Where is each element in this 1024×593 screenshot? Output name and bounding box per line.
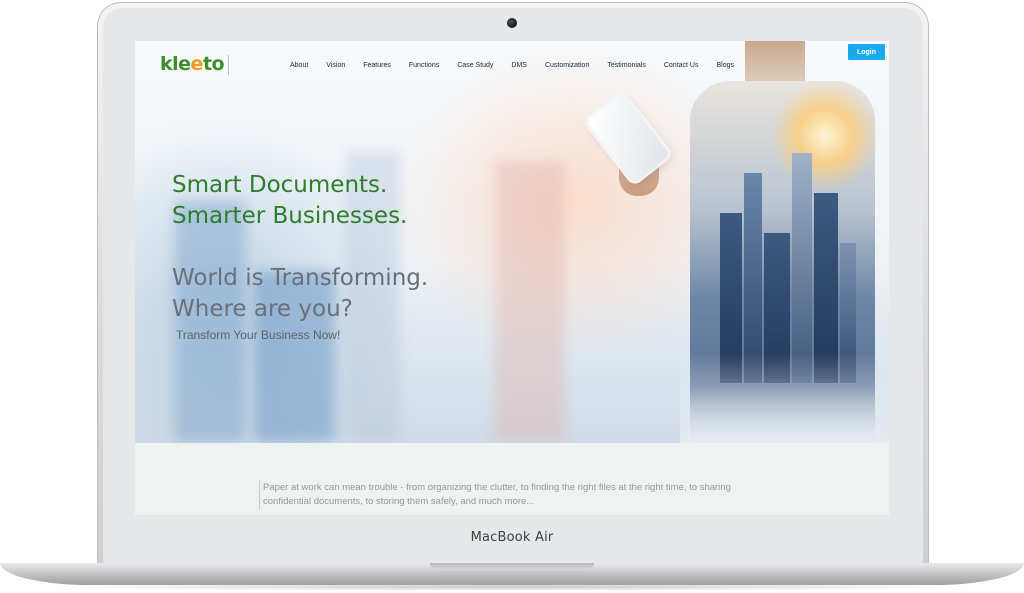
hero-headline: Smart Documents. Smarter Businesses. (172, 170, 407, 232)
laptop-notch (430, 563, 594, 570)
nav-vision[interactable]: Vision (317, 62, 354, 69)
logo-text: kle (160, 53, 191, 75)
nav-contact-us[interactable]: Contact Us (655, 62, 708, 69)
nav-testimonials[interactable]: Testimonials (598, 62, 655, 69)
hero-businessman-image (680, 41, 889, 443)
nav-dms[interactable]: DMS (502, 62, 536, 69)
hero-subheadline: World is Transforming. Where are you? (172, 263, 428, 325)
intro-accent-bar (259, 480, 260, 510)
main-nav: About Vision Features Functions Case Stu… (281, 62, 743, 69)
logo-text-end: to (202, 53, 225, 75)
hero-headline-line-1: Smart Documents. (172, 172, 388, 198)
sun-glow (770, 81, 880, 191)
nav-case-study[interactable]: Case Study (448, 62, 502, 69)
nav-customization[interactable]: Customization (536, 62, 598, 69)
nav-functions[interactable]: Functions (400, 62, 448, 69)
hero-subheadline-line-1: World is Transforming. (172, 265, 429, 291)
hero-section: kleeto About Vision Features Functions C… (135, 41, 889, 443)
laptop-screen: kleeto About Vision Features Functions C… (135, 41, 889, 515)
hero-headline-line-2: Smarter Businesses. (172, 203, 408, 229)
city-mist (680, 353, 889, 443)
camera-icon (507, 18, 517, 28)
logo-text-accent: e (190, 53, 204, 75)
hero-background-building (495, 161, 565, 441)
intro-section: Paper at work can mean trouble - from or… (135, 443, 889, 515)
nav-blogs[interactable]: Blogs (707, 62, 743, 69)
logo-divider (228, 55, 229, 75)
kleeto-logo[interactable]: kleeto (160, 53, 225, 75)
macbook-air-label: MacBook Air (470, 530, 554, 545)
login-button[interactable]: Login (848, 44, 885, 60)
city-building (744, 173, 762, 383)
hero-tagline[interactable]: Transform Your Business Now! (176, 328, 340, 342)
hero-subheadline-line-2: Where are you? (172, 296, 353, 322)
nav-about[interactable]: About (281, 62, 317, 69)
nav-features[interactable]: Features (354, 62, 400, 69)
intro-text: Paper at work can mean trouble - from or… (263, 482, 731, 507)
city-building (792, 153, 812, 383)
